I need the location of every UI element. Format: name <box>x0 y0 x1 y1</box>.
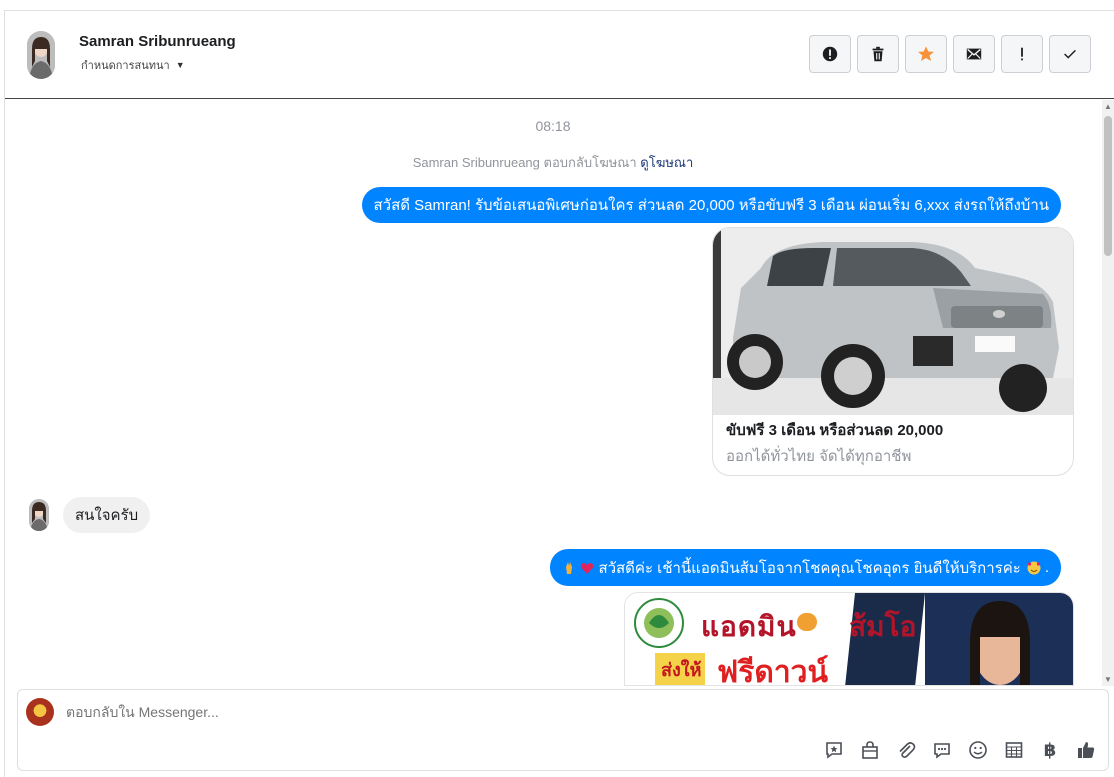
table-button[interactable] <box>1002 738 1026 762</box>
emoji-icon <box>969 741 987 759</box>
shop-bag-icon <box>862 741 878 759</box>
conversation-header: Samran Sribunrueang กำหนดการสนทนา ▼ <box>5 11 1114 99</box>
smiling-face-hearts-emoji-icon <box>1027 561 1041 574</box>
scroll-down-arrow-icon[interactable]: ▼ <box>1104 675 1112 684</box>
banner-title-right: ส้มโอ <box>849 611 917 642</box>
quick-reply-button[interactable] <box>930 738 954 762</box>
ad-card[interactable]: ขับฟรี 3 เดือน หรือส่วนลด 20,000 ออกได้ท… <box>712 227 1074 476</box>
thumbs-up-icon <box>1078 742 1095 758</box>
contact-avatar-small-image <box>29 499 49 531</box>
red-heart-emoji-icon <box>581 562 594 574</box>
ad-card-subtitle: ออกได้ทั่วไทย จัดได้ทุกอาชีพ <box>726 448 912 465</box>
message-text-end: . <box>1044 559 1049 576</box>
incoming-message[interactable]: สนใจครับ <box>63 497 151 533</box>
message-text: สนใจครับ <box>75 507 139 524</box>
chat-bubble-icon <box>934 743 950 759</box>
contact-name[interactable]: Samran Sribunrueang <box>79 33 236 50</box>
attach-button[interactable] <box>894 738 918 762</box>
delete-button[interactable] <box>857 35 899 73</box>
attachment-icon <box>899 742 916 758</box>
checkmark-icon <box>1064 49 1076 59</box>
truck-image <box>713 228 1073 415</box>
mark-unread-button[interactable] <box>953 35 995 73</box>
ad-card-title: ขับฟรี 3 เดือน หรือส่วนลด 20,000 <box>726 422 944 439</box>
star-button[interactable] <box>905 35 947 73</box>
contact-avatar-small[interactable] <box>29 499 49 531</box>
conversation-topic-dropdown[interactable]: กำหนดการสนทนา ▼ <box>81 56 185 74</box>
topic-label: กำหนดการสนทนา <box>81 60 170 72</box>
outgoing-message[interactable]: สวัสดี Samran! รับข้อเสนอพิเศษก่อนใคร ส่… <box>361 187 1061 223</box>
conversation-panel: Samran Sribunrueang กำหนดการสนทนา ▼ 08:1… <box>4 10 1114 777</box>
envelope-icon <box>966 48 982 60</box>
contact-avatar[interactable] <box>27 31 55 79</box>
baht-icon: ฿ <box>1043 739 1057 760</box>
done-button[interactable] <box>1049 35 1091 73</box>
folded-hands-emoji-icon <box>566 561 573 574</box>
exclamation-icon <box>1021 47 1023 61</box>
caret-down-icon: ▼ <box>175 60 185 70</box>
ad-reply-notice: Samran Sribunrueang ตอบกลับโฆษณา ดูโฆษณา <box>5 152 1101 173</box>
view-ad-link[interactable]: ดูโฆษณา <box>640 155 693 170</box>
reply-composer: ฿ <box>17 689 1109 771</box>
trash-icon <box>872 46 884 62</box>
message-list[interactable]: 08:18 Samran Sribunrueang ตอบกลับโฆษณา ด… <box>5 100 1101 686</box>
header-actions <box>809 35 1091 73</box>
pickup-truck-image <box>713 228 1073 415</box>
saved-reply-icon <box>826 742 842 759</box>
important-button[interactable] <box>1001 35 1043 73</box>
page-avatar <box>26 698 54 726</box>
reply-input[interactable] <box>66 704 966 720</box>
payment-button[interactable]: ฿ <box>1038 738 1062 762</box>
like-button[interactable] <box>1074 738 1098 762</box>
message-text: สวัสดีค่ะ เช้านี้แอดมินส้มโอจากโชคคุณโชค… <box>598 559 1021 577</box>
message-scrollbar[interactable]: ▲ ▼ <box>1102 100 1114 686</box>
scrollbar-thumb[interactable] <box>1104 116 1112 256</box>
table-icon <box>1005 742 1023 758</box>
shop-button[interactable] <box>858 738 882 762</box>
spam-button[interactable] <box>809 35 851 73</box>
emoji-button[interactable] <box>966 738 990 762</box>
message-timestamp: 08:18 <box>535 118 571 134</box>
exclamation-circle-icon <box>822 46 838 62</box>
ad-reply-text: Samran Sribunrueang ตอบกลับโฆษณา <box>412 155 637 170</box>
promo-banner-image[interactable]: แอดมิน ส้มโอ ส่งให้ ฟรีดาวน์ <box>624 592 1074 686</box>
message-text: สวัสดี Samran! รับข้อเสนอพิเศษก่อนใคร ส่… <box>373 197 1050 214</box>
banner-badge: ส่งให้ <box>661 660 702 680</box>
composer-toolbar: ฿ <box>822 738 1098 762</box>
star-icon <box>918 46 934 62</box>
incoming-message-row: สนใจครับ <box>29 497 151 533</box>
banner-title-left: แอดมิน <box>701 611 797 642</box>
scroll-up-arrow-icon[interactable]: ▲ <box>1104 102 1112 111</box>
banner-subtitle: ฟรีดาวน์ <box>717 656 829 686</box>
saved-reply-button[interactable] <box>822 738 846 762</box>
outgoing-message[interactable]: สวัสดีค่ะ เช้านี้แอดมินส้มโอจากโชคคุณโชค… <box>550 549 1061 586</box>
contact-avatar-image <box>27 31 55 79</box>
